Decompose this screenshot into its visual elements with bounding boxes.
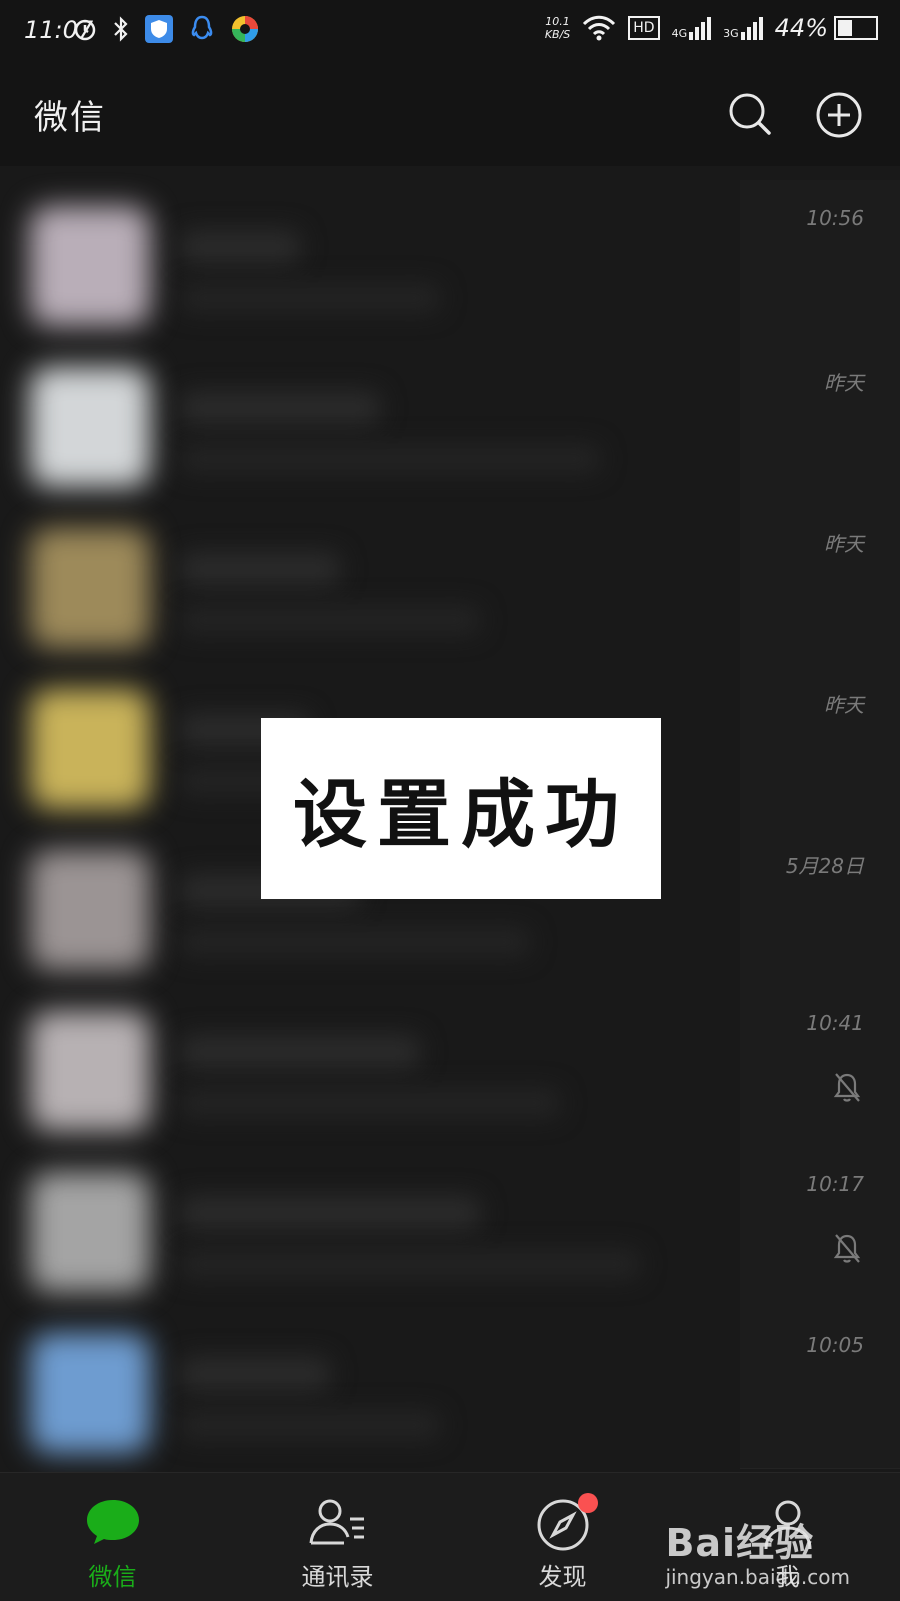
chat-preview-blurred xyxy=(180,1250,640,1278)
chat-preview-blurred xyxy=(180,928,530,956)
signal-4g: 4G xyxy=(671,16,712,40)
toast-text: 设置成功 xyxy=(293,772,629,858)
tab-discover[interactable]: 发现 xyxy=(450,1473,675,1601)
chat-row[interactable]: 10:56 xyxy=(0,180,900,342)
signal-3g: 3G xyxy=(723,16,763,40)
chat-row[interactable]: 10:41 xyxy=(0,985,900,1147)
tab-contacts[interactable]: 通讯录 xyxy=(225,1473,450,1601)
contacts-icon xyxy=(309,1499,364,1545)
avatar xyxy=(30,850,150,970)
chat-meta: 昨天 xyxy=(740,663,900,825)
battery-percent: 44% xyxy=(774,14,828,42)
chat-meta: 5月28日 xyxy=(740,824,900,986)
chat-preview-blurred xyxy=(180,284,440,312)
avatar xyxy=(30,1333,150,1453)
chat-name-blurred xyxy=(180,230,300,264)
alarm-icon xyxy=(74,19,96,41)
hd-badge: HD xyxy=(628,16,660,40)
speed-unit: KB/S xyxy=(544,28,571,41)
chat-meta: 10:05 xyxy=(740,1307,900,1469)
chat-row[interactable]: 10:05 xyxy=(0,1307,900,1469)
chat-time: 10:17 xyxy=(806,1172,864,1196)
chat-name-blurred xyxy=(180,391,380,425)
tab-label: 发现 xyxy=(538,1563,587,1591)
tab-label: 微信 xyxy=(88,1563,137,1591)
signal-bars-icon xyxy=(740,16,763,40)
chat-time: 昨天 xyxy=(824,693,864,717)
watermark-brand: Bai经验 xyxy=(665,1521,815,1565)
chat-meta: 昨天 xyxy=(740,502,900,664)
watermark: Bai经验 jingyan.baidu.com xyxy=(665,1512,850,1589)
search-icon[interactable] xyxy=(728,92,772,136)
wifi-icon xyxy=(583,15,616,41)
chat-preview-blurred xyxy=(180,1089,560,1117)
shield-app-icon xyxy=(145,15,173,43)
chat-row[interactable]: 10:17 xyxy=(0,1146,900,1308)
chat-name-blurred xyxy=(180,1196,480,1230)
chat-time: 5月28日 xyxy=(785,854,864,878)
chat-meta: 10:17 xyxy=(740,1146,900,1308)
status-right-icons: 10.1 KB/S HD 4G 3G 44% xyxy=(545,14,878,42)
add-icon[interactable] xyxy=(816,92,862,138)
avatar xyxy=(30,528,150,648)
avatar xyxy=(30,689,150,809)
signal-bars-icon xyxy=(689,16,712,40)
watermark-url: jingyan.baidu.com xyxy=(665,1565,850,1589)
status-left-icons xyxy=(72,14,260,44)
chat-time: 10:41 xyxy=(806,1011,864,1035)
chat-time: 10:56 xyxy=(806,206,864,230)
avatar xyxy=(30,367,150,487)
tab-label: 通讯录 xyxy=(301,1563,374,1591)
chat-time: 昨天 xyxy=(824,371,864,395)
avatar xyxy=(30,1172,150,1292)
app-header: 微信 xyxy=(0,62,900,166)
battery: 44% xyxy=(775,14,878,42)
chat-row[interactable]: 昨天 xyxy=(0,502,900,664)
chat-time: 10:05 xyxy=(806,1333,864,1357)
mute-bell-icon xyxy=(833,1234,861,1263)
chat-name-blurred xyxy=(180,552,340,586)
net2-label: 3G xyxy=(723,26,739,40)
chat-name-blurred xyxy=(180,1357,330,1391)
page-title: 微信 xyxy=(34,98,106,138)
chat-preview-blurred xyxy=(180,1411,440,1439)
battery-fill xyxy=(838,20,852,36)
chat-meta: 10:41 xyxy=(740,985,900,1147)
avatar xyxy=(30,206,150,326)
network-speed: 10.1 KB/S xyxy=(545,15,570,41)
discover-badge xyxy=(578,1493,598,1513)
chat-preview-blurred xyxy=(180,445,600,473)
success-toast: 设置成功 xyxy=(261,718,661,899)
avatar xyxy=(30,1011,150,1131)
chat-time: 昨天 xyxy=(824,532,864,556)
chat-bubble-icon xyxy=(86,1500,139,1544)
chat-meta: 昨天 xyxy=(740,341,900,503)
qq-icon xyxy=(191,15,213,40)
chat-name-blurred xyxy=(180,1035,420,1069)
bluetooth-icon xyxy=(114,16,128,42)
tab-chats[interactable]: 微信 xyxy=(0,1473,225,1601)
net1-label: 4G xyxy=(671,26,688,40)
chat-preview-blurred xyxy=(180,606,480,634)
mute-bell-icon xyxy=(833,1073,861,1102)
status-bar: 11:07 10.1 KB/S HD 4G 3G 44% xyxy=(0,0,900,62)
speed-value: 10.1 xyxy=(545,15,570,28)
app-ball-icon xyxy=(232,16,258,42)
chat-meta: 10:56 xyxy=(740,180,900,342)
battery-icon xyxy=(834,16,878,40)
chat-row[interactable]: 昨天 xyxy=(0,341,900,503)
